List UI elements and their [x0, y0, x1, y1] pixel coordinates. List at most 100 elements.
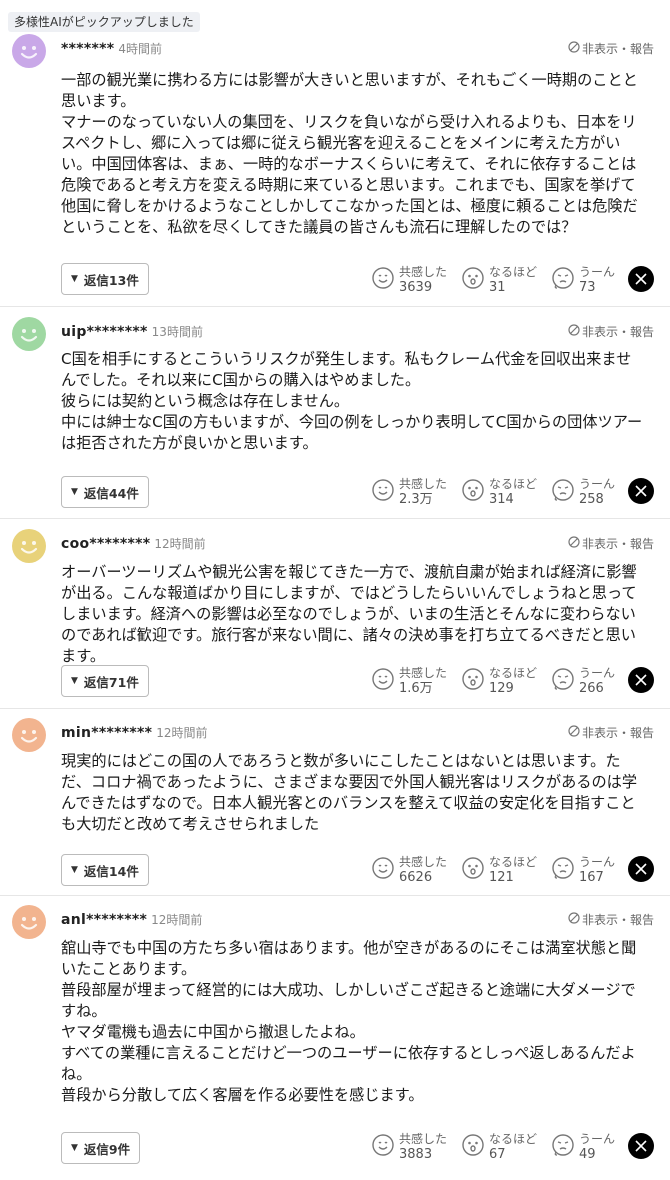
username[interactable]: coo******** 12時間前 [61, 535, 206, 552]
reaction-count: 67 [489, 1147, 506, 1162]
x-logo-icon [635, 270, 647, 289]
replies-button[interactable]: ▼ 返信13件 [61, 263, 149, 295]
username[interactable]: anl******** 12時間前 [61, 911, 202, 928]
reaction-label: 共感した [399, 265, 448, 279]
reaction-label: 共感した [399, 855, 448, 869]
replies-button[interactable]: ▼ 返信44件 [61, 476, 149, 508]
empathy-reaction[interactable]: 共感した 3883 [371, 1132, 447, 1162]
replies-button[interactable]: ▼ 返信9件 [61, 1132, 141, 1164]
surprised-icon [461, 667, 489, 695]
reaction-label: なるほど [489, 477, 538, 491]
replies-label: 返信9件 [83, 1141, 131, 1157]
reaction-label: 共感した [399, 477, 448, 491]
username[interactable]: ******* 4時間前 [61, 40, 162, 57]
avatar[interactable] [12, 34, 46, 68]
reaction-label: うーん [579, 265, 616, 279]
naruhodo-reaction[interactable]: なるほど 121 [461, 855, 537, 885]
caret-down-icon: ▼ [71, 274, 78, 284]
post-time: 12時間前 [151, 913, 203, 927]
empathy-reaction[interactable]: 共感した 3639 [371, 265, 447, 295]
naruhodo-reaction[interactable]: なるほど 314 [461, 477, 537, 507]
username-text[interactable]: coo******** [61, 536, 150, 552]
replies-button[interactable]: ▼ 返信14件 [61, 854, 149, 886]
x-logo-icon [635, 860, 647, 879]
smile-icon [371, 856, 399, 884]
uun-reaction[interactable]: うーん 49 [551, 1132, 615, 1162]
naruhodo-reaction[interactable]: なるほど 67 [461, 1132, 537, 1162]
empathy-reaction[interactable]: 共感した 2.3万 [371, 477, 447, 507]
reaction-count: 49 [579, 1147, 596, 1162]
username-text[interactable]: min******** [61, 725, 152, 741]
replies-label: 返信14件 [83, 863, 139, 879]
hide-report-label: 非表示・報告 [581, 913, 654, 927]
hide-report-label: 非表示・報告 [581, 325, 654, 339]
reaction-label: なるほど [489, 1132, 538, 1146]
avatar[interactable] [12, 905, 46, 939]
post-time: 12時間前 [154, 537, 206, 551]
smile-icon [371, 266, 399, 294]
reaction-count: 1.6万 [399, 681, 433, 696]
surprised-icon [461, 266, 489, 294]
reaction-count: 2.3万 [399, 492, 433, 507]
username[interactable]: uip******** 13時間前 [61, 323, 203, 340]
comment-item: ******* 4時間前 非表示・報告 一部の観光業に携わる方には影響が大きいと思… [0, 34, 670, 306]
reaction-count: 121 [489, 870, 514, 885]
hide-report-link[interactable]: 非表示・報告 [568, 535, 654, 552]
x-logo-icon [635, 1137, 647, 1156]
ban-icon [568, 324, 580, 339]
replies-label: 返信71件 [83, 674, 139, 690]
username-text[interactable]: anl******** [61, 912, 147, 928]
x-share-button[interactable] [628, 266, 654, 292]
comment-body: C国を相手にするとこういうリスクが発生します。私もクレーム代金を回収出来ませんで… [61, 350, 643, 452]
comment-item: uip******** 13時間前 非表示・報告 C国を相手にするとこういうリスク… [0, 306, 670, 518]
hide-report-label: 非表示・報告 [581, 537, 654, 551]
avatar[interactable] [12, 317, 46, 351]
caret-down-icon: ▼ [71, 1143, 78, 1153]
reaction-label: なるほど [489, 265, 538, 279]
avatar[interactable] [12, 529, 46, 563]
avatar[interactable] [12, 718, 46, 752]
uun-reaction[interactable]: うーん 73 [551, 265, 615, 295]
replies-label: 返信13件 [83, 272, 139, 288]
comment-body: 現実的にはどこの国の人であろうと数が多いにこしたことはないとは思います。ただ、コ… [61, 752, 638, 833]
reaction-label: 共感した [399, 1132, 448, 1146]
username-text[interactable]: uip******** [61, 324, 148, 340]
uun-reaction[interactable]: うーん 258 [551, 477, 615, 507]
smile-icon [371, 478, 399, 506]
hide-report-link[interactable]: 非表示・報告 [568, 724, 654, 741]
reaction-label: うーん [579, 1132, 616, 1146]
x-share-button[interactable] [628, 667, 654, 693]
frown-icon [551, 856, 579, 884]
hide-report-link[interactable]: 非表示・報告 [568, 323, 654, 340]
post-time: 4時間前 [118, 42, 162, 56]
username[interactable]: min******** 12時間前 [61, 724, 208, 741]
reaction-count: 3883 [399, 1147, 433, 1162]
frown-icon [551, 1133, 579, 1161]
reaction-label: うーん [579, 855, 616, 869]
replies-label: 返信44件 [83, 485, 139, 501]
x-share-button[interactable] [628, 856, 654, 882]
post-time: 12時間前 [156, 726, 208, 740]
reaction-count: 73 [579, 280, 596, 295]
uun-reaction[interactable]: うーん 266 [551, 666, 615, 696]
x-share-button[interactable] [628, 478, 654, 504]
empathy-reaction[interactable]: 共感した 1.6万 [371, 666, 447, 696]
naruhodo-reaction[interactable]: なるほど 31 [461, 265, 537, 295]
ban-icon [568, 41, 580, 56]
frown-icon [551, 478, 579, 506]
naruhodo-reaction[interactable]: なるほど 129 [461, 666, 537, 696]
comment-item: coo******** 12時間前 非表示・報告 オーバーツーリズムや観光公害を報… [0, 518, 670, 708]
comment-item: min******** 12時間前 非表示・報告 現実的にはどこの国の人であろうと… [0, 708, 670, 895]
reaction-count: 129 [489, 681, 514, 696]
username-text[interactable]: ******* [61, 41, 114, 57]
x-share-button[interactable] [628, 1133, 654, 1159]
comment-body: オーバーツーリズムや観光公害を報じてきた一方で、渡航自粛が始まれば経済に影響が出… [61, 563, 637, 665]
reaction-count: 266 [579, 681, 604, 696]
empathy-reaction[interactable]: 共感した 6626 [371, 855, 447, 885]
hide-report-link[interactable]: 非表示・報告 [568, 911, 654, 928]
hide-report-link[interactable]: 非表示・報告 [568, 40, 654, 57]
x-logo-icon [635, 671, 647, 690]
replies-button[interactable]: ▼ 返信71件 [61, 665, 149, 697]
x-logo-icon [635, 482, 647, 501]
uun-reaction[interactable]: うーん 167 [551, 855, 615, 885]
